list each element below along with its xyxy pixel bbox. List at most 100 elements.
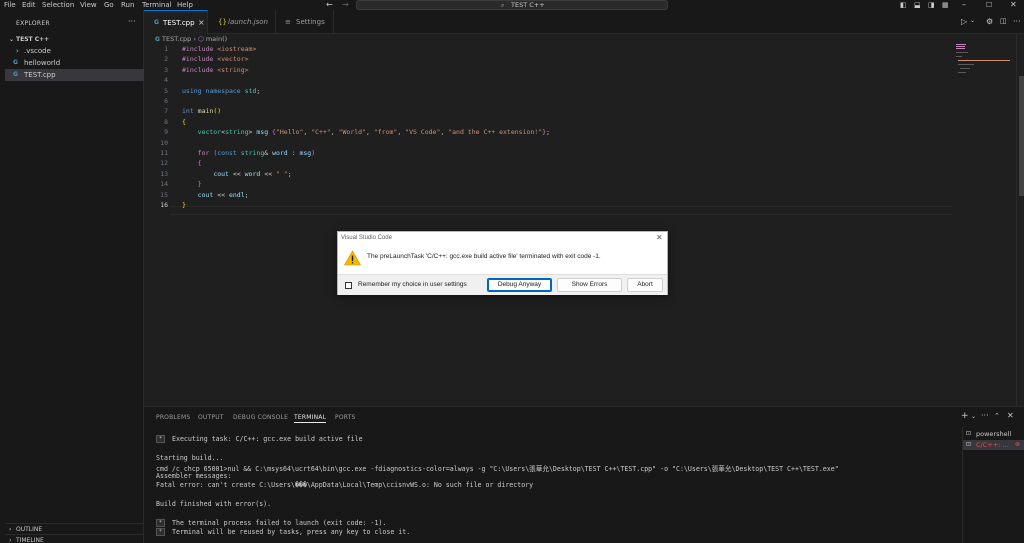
line-number: 4 — [164, 76, 168, 85]
method-icon: ⬡ — [198, 35, 204, 43]
tab-test-cpp[interactable]: G TEST.cpp × — [144, 10, 208, 34]
minimize-icon[interactable]: – — [962, 0, 966, 10]
line-number: 3 — [164, 65, 168, 74]
menu-go[interactable]: Go — [104, 0, 114, 10]
tab-problems[interactable]: PROBLEMS — [156, 414, 190, 421]
tab-output[interactable]: OUTPUT — [198, 414, 224, 421]
cpp-file-icon: G — [13, 59, 18, 66]
remember-choice-checkbox[interactable] — [345, 282, 352, 289]
code-editor[interactable]: 1 2 3 4 5 6 7 8 9 10 11 12 13 14 15 16 #… — [144, 44, 952, 406]
more-actions-icon[interactable]: ··· — [1013, 17, 1021, 26]
maximize-panel-icon[interactable]: ⌃ — [994, 412, 1000, 420]
maximize-icon[interactable]: ☐ — [986, 0, 992, 10]
toggle-panel-icon[interactable]: ⬓ — [914, 0, 921, 10]
terminal-line: Starting build... — [156, 454, 224, 462]
tree-item-test-cpp[interactable]: G TEST.cpp — [5, 69, 144, 81]
run-icon[interactable]: ▷ — [961, 17, 967, 26]
breadcrumb-symbol[interactable]: main() — [206, 35, 227, 43]
abort-button[interactable]: Abort — [627, 278, 663, 292]
terminal-line: Build finished with error(s). — [156, 500, 272, 508]
code-line: } — [197, 180, 202, 189]
show-errors-button[interactable]: Show Errors — [557, 278, 622, 292]
tree-item-helloworld[interactable]: G helloworld — [5, 57, 144, 69]
minimap-line — [956, 44, 966, 45]
minimap-line — [958, 64, 974, 65]
checkbox-label[interactable]: Remember my choice in user settings — [358, 281, 467, 288]
timeline-section[interactable]: › TIMELINE — [5, 534, 144, 543]
customize-layout-icon[interactable]: ▦ — [942, 0, 949, 10]
breadcrumb-file[interactable]: TEST.cpp — [162, 35, 191, 43]
menu-file[interactable]: File — [4, 0, 16, 10]
tree-item-vscode[interactable]: › .vscode — [5, 45, 144, 57]
chevron-right-icon: › — [9, 537, 12, 543]
toggle-secondary-sidebar-icon[interactable]: ◨ — [928, 0, 935, 10]
more-actions-icon[interactable]: ··· — [128, 17, 136, 26]
terminal-task-marker: * — [156, 519, 165, 527]
close-window-icon[interactable]: ✕ — [1010, 0, 1017, 10]
menu-help[interactable]: Help — [177, 0, 193, 10]
terminal-line: Terminal will be reused by tasks, press … — [172, 528, 411, 536]
terminal-item-task[interactable]: ⊡ C/C++: ... ⊗ — [963, 440, 1024, 450]
terminal-line: The terminal process failed to launch (e… — [172, 519, 387, 527]
new-terminal-icon[interactable]: + — [961, 411, 969, 421]
chevron-right-icon: › — [193, 35, 196, 43]
code-line: cout << word << " "; — [213, 169, 292, 178]
menu-terminal[interactable]: Terminal — [142, 0, 172, 10]
minimap-line — [958, 60, 1010, 61]
tab-ports[interactable]: PORTS — [335, 414, 356, 421]
minimap-line — [956, 48, 965, 49]
cpp-file-icon: G — [155, 36, 160, 43]
code-line: { — [182, 117, 186, 126]
code-line: #include <vector> — [182, 55, 249, 64]
terminal-item-powershell[interactable]: ⊡ powershell — [963, 429, 1024, 439]
chevron-down-icon[interactable]: ⌄ — [970, 17, 975, 24]
terminal-output[interactable]: * Executing task: C/C++: gcc.exe build a… — [156, 433, 956, 543]
title-bar: File Edit Selection View Go Run Terminal… — [0, 0, 1024, 10]
line-number: 2 — [164, 55, 168, 64]
line-number: 8 — [164, 117, 168, 126]
settings-icon: ≡ — [285, 18, 291, 26]
debug-anyway-button[interactable]: Debug Anyway — [487, 278, 552, 292]
tab-debug-console[interactable]: DEBUG CONSOLE — [233, 414, 288, 421]
tab-label: launch.json — [228, 18, 268, 26]
terminal-item-label: C/C++: ... — [976, 441, 1009, 449]
menu-view[interactable]: View — [80, 0, 97, 10]
minimap[interactable] — [952, 34, 1016, 406]
editor-scrollbar[interactable] — [1016, 34, 1024, 406]
outline-section[interactable]: › OUTLINE — [5, 523, 144, 534]
minimap-line — [958, 72, 966, 73]
back-arrow-icon[interactable]: ← — [326, 0, 333, 10]
more-actions-icon[interactable]: ··· — [981, 411, 989, 420]
error-icon[interactable]: ⊗ — [1015, 440, 1020, 450]
tab-settings[interactable]: ≡ Settings — [276, 10, 334, 34]
split-editor-icon[interactable]: ◫ — [1000, 17, 1007, 25]
tree-item-label: .vscode — [24, 47, 51, 55]
close-icon[interactable]: ✕ — [656, 233, 663, 242]
tree-item-label: TEST.cpp — [24, 71, 56, 79]
search-icon: ⌕ — [501, 2, 505, 9]
cpp-file-icon: G — [154, 19, 159, 26]
tab-label: TEST.cpp — [163, 19, 195, 27]
error-dialog: Visual Studio Code ✕ The preLaunchTask '… — [337, 231, 668, 295]
minimap-line — [960, 68, 970, 69]
line-number: 12 — [160, 159, 168, 168]
command-center[interactable]: ⌕ TEST C++ — [356, 0, 668, 10]
terminal-line: Fatal error: can't create C:\Users\���\A… — [156, 481, 534, 489]
tab-terminal[interactable]: TERMINAL — [294, 414, 327, 423]
tab-launch-json[interactable]: {} launch.json — [208, 10, 276, 34]
close-panel-icon[interactable]: ✕ — [1007, 411, 1014, 420]
dialog-title: Visual Studio Code — [341, 235, 392, 241]
line-number: 5 — [164, 86, 168, 95]
gear-icon[interactable]: ⚙ — [986, 17, 993, 26]
menu-edit[interactable]: Edit — [22, 0, 36, 10]
forward-arrow-icon[interactable]: → — [342, 0, 349, 10]
line-number-current: 16 — [160, 201, 168, 209]
code-line: int main() — [182, 107, 222, 116]
close-icon[interactable]: × — [198, 11, 205, 35]
menu-selection[interactable]: Selection — [42, 0, 74, 10]
scrollbar-thumb[interactable] — [1019, 76, 1024, 196]
chevron-down-icon[interactable]: ⌄ — [971, 413, 976, 420]
line-number: 6 — [164, 97, 168, 105]
menu-run[interactable]: Run — [121, 0, 134, 10]
toggle-sidebar-icon[interactable]: ◧ — [900, 0, 907, 10]
